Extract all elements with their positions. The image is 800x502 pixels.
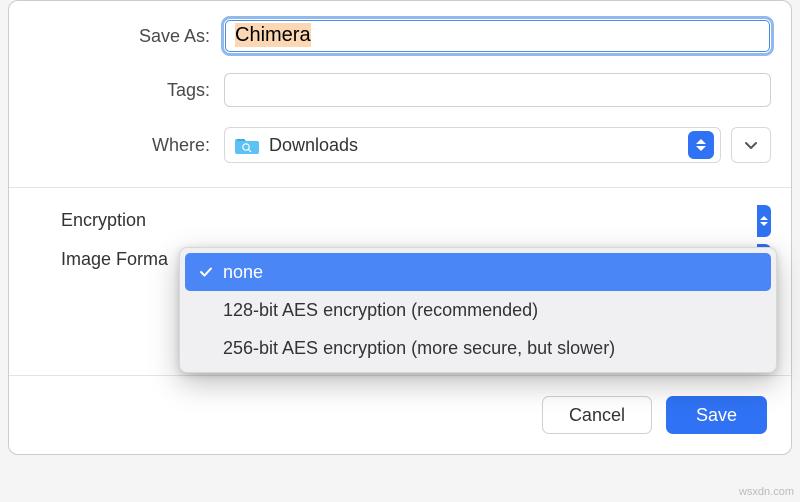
where-row: Where: Downloads — [29, 127, 771, 163]
image-format-label: Image Forma — [29, 249, 189, 270]
expand-button[interactable] — [731, 127, 771, 163]
tags-input[interactable] — [224, 73, 771, 107]
encryption-row: Encryption — [29, 210, 771, 231]
tags-label: Tags: — [29, 80, 224, 101]
save-as-row: Save As: Chimera — [29, 19, 771, 53]
save-dialog: Save As: Chimera Tags: Where: — [8, 0, 792, 455]
encryption-option-label: 128-bit AES encryption (recommended) — [223, 300, 538, 321]
encryption-dropdown-menu: none 128-bit AES encryption (recommended… — [179, 247, 777, 373]
save-as-value: Chimera — [235, 23, 311, 47]
encryption-option-128[interactable]: 128-bit AES encryption (recommended) — [185, 291, 771, 329]
checkmark-icon — [199, 265, 219, 279]
encryption-option-none[interactable]: none — [185, 253, 771, 291]
dialog-footer: Cancel Save — [9, 375, 791, 454]
chevron-down-icon — [744, 138, 758, 152]
encryption-option-label: 256-bit AES encryption (more secure, but… — [223, 338, 615, 359]
file-section: Save As: Chimera Tags: Where: — [9, 1, 791, 187]
watermark: wsxdn.com — [739, 486, 794, 498]
encryption-label: Encryption — [29, 210, 189, 231]
where-select[interactable]: Downloads — [224, 127, 721, 163]
cancel-button[interactable]: Cancel — [542, 396, 652, 434]
encryption-option-256[interactable]: 256-bit AES encryption (more secure, but… — [185, 329, 771, 367]
where-label: Where: — [29, 135, 224, 156]
save-button[interactable]: Save — [666, 396, 767, 434]
encryption-option-label: none — [223, 262, 263, 283]
encryption-stepper-icon — [757, 205, 771, 237]
tags-row: Tags: — [29, 73, 771, 107]
folder-icon — [235, 135, 259, 155]
where-stepper-icon — [688, 131, 714, 159]
save-as-input[interactable]: Chimera — [224, 19, 771, 53]
where-value: Downloads — [269, 135, 358, 156]
save-as-label: Save As: — [29, 26, 224, 47]
